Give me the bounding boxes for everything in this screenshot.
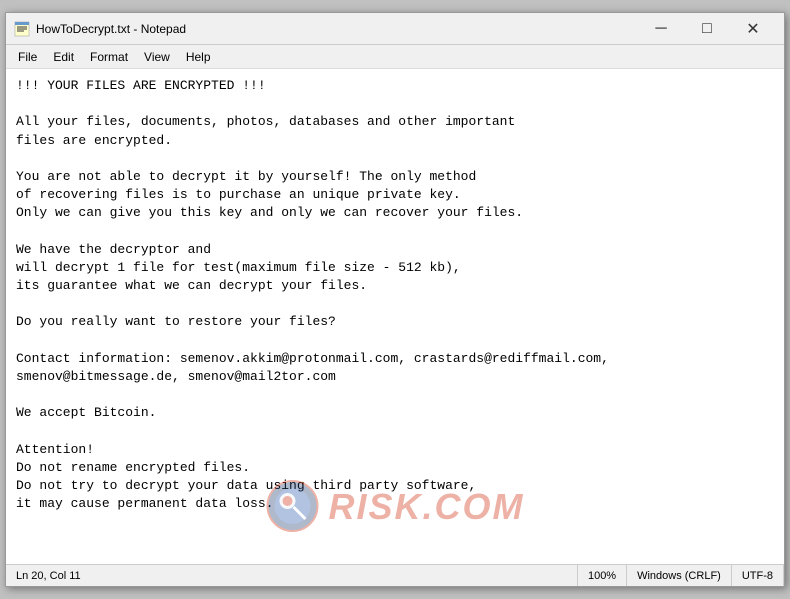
close-button[interactable]: ✕: [730, 13, 776, 45]
zoom-level: 100%: [588, 570, 616, 582]
line-endings: Windows (CRLF): [637, 570, 721, 582]
status-line-endings: Windows (CRLF): [627, 565, 732, 586]
menu-file[interactable]: File: [10, 45, 45, 68]
cursor-position: Ln 20, Col 11: [16, 570, 81, 582]
status-encoding: UTF-8: [732, 565, 784, 586]
menu-bar: File Edit Format View Help: [6, 45, 784, 69]
maximize-button[interactable]: □: [684, 13, 730, 45]
content-area: !!! YOUR FILES ARE ENCRYPTED !!! All you…: [6, 69, 784, 564]
window-title: HowToDecrypt.txt - Notepad: [36, 22, 638, 36]
window-icon: [14, 21, 30, 37]
menu-help[interactable]: Help: [178, 45, 219, 68]
status-position: Ln 20, Col 11: [6, 565, 578, 586]
text-editor[interactable]: !!! YOUR FILES ARE ENCRYPTED !!! All you…: [6, 69, 784, 564]
menu-edit[interactable]: Edit: [45, 45, 82, 68]
window-controls: ─ □ ✕: [638, 13, 776, 45]
status-zoom: 100%: [578, 565, 627, 586]
minimize-button[interactable]: ─: [638, 13, 684, 45]
encoding: UTF-8: [742, 570, 773, 582]
status-bar: Ln 20, Col 11 100% Windows (CRLF) UTF-8: [6, 564, 784, 586]
menu-view[interactable]: View: [136, 45, 178, 68]
menu-format[interactable]: Format: [82, 45, 136, 68]
notepad-window: HowToDecrypt.txt - Notepad ─ □ ✕ File Ed…: [5, 12, 785, 587]
title-bar: HowToDecrypt.txt - Notepad ─ □ ✕: [6, 13, 784, 45]
